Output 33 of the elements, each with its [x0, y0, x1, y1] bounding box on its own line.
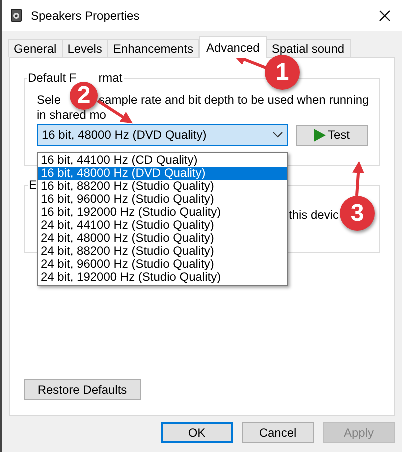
dropdown-option[interactable]: 16 bit, 192000 Hz (Studio Quality): [38, 206, 287, 219]
close-button[interactable]: [378, 8, 392, 22]
close-icon: [379, 10, 391, 22]
group-legend: E: [28, 178, 38, 192]
dialog-button[interactable]: OK: [161, 422, 233, 443]
test-button[interactable]: Test: [296, 124, 368, 146]
chevron-icon: [273, 132, 283, 138]
group-legend: Default F: [28, 71, 77, 85]
dialog-button[interactable]: Cancel: [242, 422, 314, 443]
play-icon: [314, 128, 326, 142]
dropdown-option[interactable]: 16 bit, 96000 Hz (Studio Quality): [38, 193, 287, 206]
dropdown-option[interactable]: 24 bit, 48000 Hz (Studio Quality): [38, 232, 287, 245]
restore-defaults-button[interactable]: Restore Defaults: [24, 379, 141, 400]
dropdown-option[interactable]: 24 bit, 192000 Hz (Studio Quality): [38, 271, 287, 284]
tab[interactable]: General: [8, 39, 63, 57]
speaker-icon: [11, 9, 22, 22]
dropdown-option[interactable]: 16 bit, 88200 Hz (Studio Quality): [38, 180, 287, 193]
dropdown-option[interactable]: 16 bit, 44100 Hz (CD Quality): [38, 154, 287, 167]
callout-arrow: [352, 161, 364, 196]
description-text: sample rate and bit depth to be used when running: [99, 93, 370, 108]
tab[interactable]: Advanced: [199, 36, 267, 58]
window-title: Speakers Properties: [31, 8, 140, 24]
description-text: in shared mo: [37, 108, 106, 122]
dropdown-option[interactable]: 24 bit, 96000 Hz (Studio Quality): [38, 258, 287, 271]
group-legend: rmat: [98, 71, 123, 85]
tab[interactable]: Spatial sound: [266, 39, 351, 57]
description-text: Sele: [37, 93, 62, 108]
option-text: this devic: [289, 208, 340, 222]
format-dropdown[interactable]: 16 bit, 48000 Hz (DVD Quality): [37, 124, 288, 146]
dropdown-option[interactable]: 16 bit, 48000 Hz (DVD Quality): [38, 167, 287, 180]
dropdown-option[interactable]: 24 bit, 88200 Hz (Studio Quality): [38, 245, 287, 258]
tab[interactable]: Enhancements: [107, 39, 200, 57]
dropdown-option[interactable]: 24 bit, 44100 Hz (Studio Quality): [38, 219, 287, 232]
